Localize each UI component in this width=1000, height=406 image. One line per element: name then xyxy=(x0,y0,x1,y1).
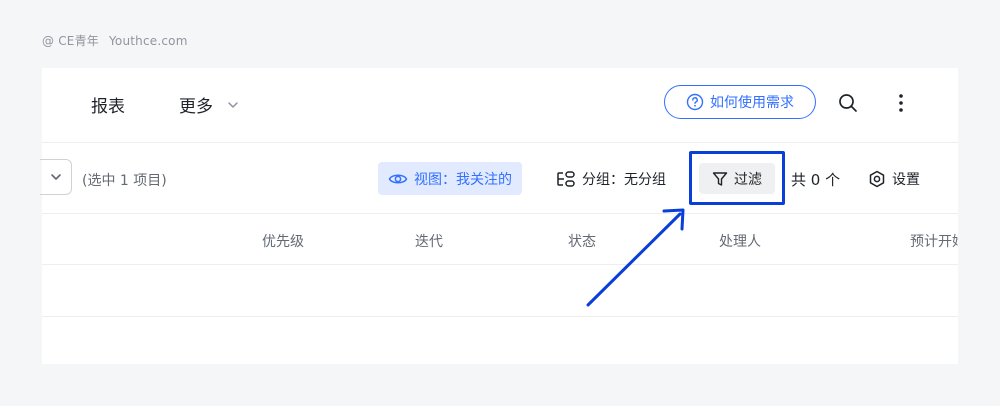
view-button[interactable]: 视图：我关注的 xyxy=(378,162,522,195)
selected-count-text: (选中 1 项目) xyxy=(82,173,167,189)
chevron-down-icon xyxy=(228,101,238,108)
column-header-priority[interactable]: 优先级 xyxy=(262,231,304,251)
watermark-brand: @ CE青年 xyxy=(42,34,99,48)
table-row xyxy=(42,317,958,368)
filter-icon xyxy=(712,171,728,186)
search-button[interactable] xyxy=(837,92,859,114)
table-toolbar: (选中 1 项目) 视图：我关注的 分组：无分组 过滤 共 0 个 设置 xyxy=(40,143,958,214)
settings-button-label: 设置 xyxy=(892,172,920,188)
table-header: 优先级 迭代 状态 处理人 预计开始 xyxy=(42,214,958,265)
top-nav-bar: 报表 更多 如何使用需求 xyxy=(42,68,958,143)
nav-item-reports[interactable]: 报表 xyxy=(91,92,125,117)
main-panel: 报表 更多 如何使用需求 (选中 1 项目) 视图：我关注的 分组：无分组 过滤… xyxy=(40,68,958,364)
nav-more-label: 更多 xyxy=(179,97,213,117)
settings-button[interactable]: 设置 xyxy=(868,169,920,189)
column-header-assignee[interactable]: 处理人 xyxy=(719,231,761,251)
item-count-text: 共 0 个 xyxy=(791,171,841,189)
watermark: @ CE青年 Youthce.com xyxy=(42,32,188,49)
group-button-label: 分组：无分组 xyxy=(582,172,666,188)
more-vertical-icon xyxy=(899,94,903,112)
filter-button[interactable]: 过滤 xyxy=(699,163,775,194)
group-icon xyxy=(557,171,575,187)
eye-icon xyxy=(388,174,408,183)
search-icon xyxy=(839,94,857,112)
nav-item-more[interactable]: 更多 xyxy=(179,92,239,117)
group-button[interactable]: 分组：无分组 xyxy=(556,169,666,189)
column-header-status[interactable]: 状态 xyxy=(568,231,596,251)
watermark-site: Youthce.com xyxy=(108,34,188,48)
column-header-planned-start[interactable]: 预计开始 xyxy=(910,231,958,251)
selection-dropdown[interactable] xyxy=(40,159,72,195)
help-button[interactable]: 如何使用需求 xyxy=(664,85,816,119)
help-button-label: 如何使用需求 xyxy=(710,95,794,111)
filter-button-label: 过滤 xyxy=(734,171,762,188)
chevron-down-icon xyxy=(50,174,61,180)
column-header-iteration[interactable]: 迭代 xyxy=(415,231,443,251)
more-options-button[interactable] xyxy=(890,92,912,114)
table-row xyxy=(42,265,958,317)
help-circle-icon xyxy=(686,93,704,111)
settings-hexagon-icon xyxy=(869,170,885,188)
view-button-label: 视图：我关注的 xyxy=(414,171,512,188)
